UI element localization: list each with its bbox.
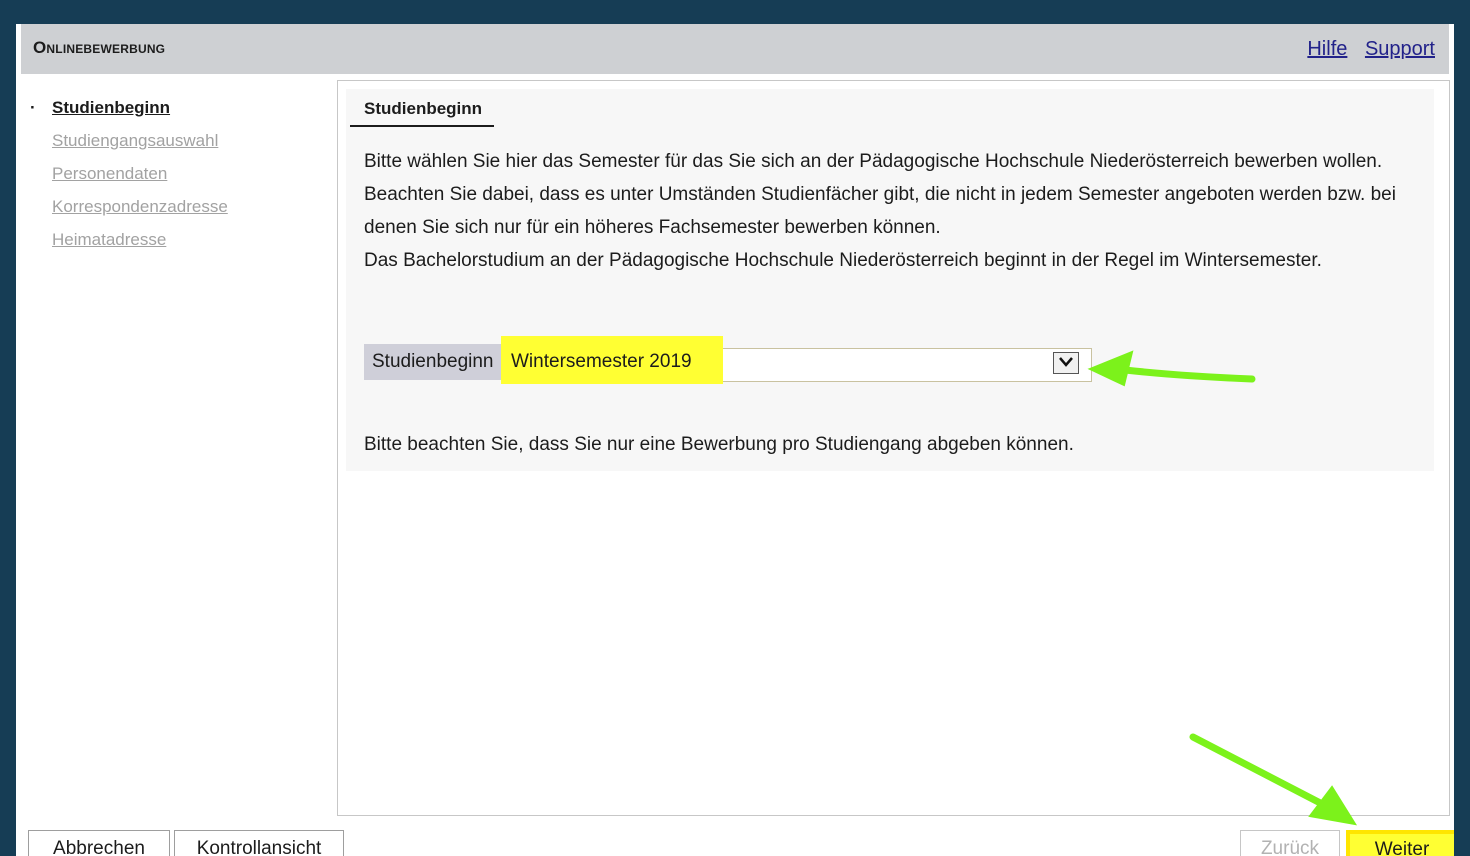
- instruction-paragraph: Das Bachelorstudium an der Pädagogische …: [364, 250, 1322, 271]
- instruction-paragraph: Bitte wählen Sie hier das Semester für d…: [364, 151, 1383, 172]
- next-button[interactable]: Weiter: [1346, 830, 1454, 856]
- cancel-button[interactable]: Abbrechen: [28, 830, 170, 856]
- chevron-down-icon[interactable]: [1053, 352, 1079, 374]
- sidebar-item-studienbeginn[interactable]: · Studienbeginn: [24, 98, 334, 131]
- instructions-text: Bitte wählen Sie hier das Semester für d…: [364, 145, 1430, 277]
- application-window: Onlinebewerbung Hilfe Support · Studienb…: [16, 24, 1454, 856]
- back-button[interactable]: Zurück: [1240, 830, 1340, 856]
- help-link[interactable]: Hilfe: [1307, 38, 1347, 60]
- sidebar-item-label[interactable]: Studiengangsauswahl: [52, 131, 218, 150]
- support-link[interactable]: Support: [1365, 38, 1435, 60]
- sidebar-nav: · Studienbeginn Studiengangsauswahl Pers…: [24, 98, 334, 263]
- header-links: Hilfe Support: [1295, 38, 1435, 61]
- sidebar-item-personendaten[interactable]: Personendaten: [24, 164, 334, 197]
- sidebar-item-studiengangsauswahl[interactable]: Studiengangsauswahl: [24, 131, 334, 164]
- sidebar-item-heimatadresse[interactable]: Heimatadresse: [24, 230, 334, 263]
- sidebar-item-label[interactable]: Korrespondenzadresse: [52, 197, 228, 216]
- app-header: Onlinebewerbung Hilfe Support: [21, 24, 1449, 74]
- sidebar-item-korrespondenzadresse[interactable]: Korrespondenzadresse: [24, 197, 334, 230]
- form-panel: Studienbeginn Bitte wählen Sie hier das …: [346, 89, 1434, 471]
- sidebar-item-label[interactable]: Studienbeginn: [52, 98, 170, 117]
- sidebar-item-label[interactable]: Heimatadresse: [52, 230, 166, 249]
- bullet-icon: ·: [30, 98, 36, 117]
- studienbeginn-field-label: Studienbeginn: [364, 344, 502, 380]
- select-value[interactable]: Wintersemester 2019: [511, 351, 692, 373]
- application-note: Bitte beachten Sie, dass Sie nur eine Be…: [364, 434, 1074, 455]
- page-title: Onlinebewerbung: [33, 38, 166, 57]
- main-content: Studienbeginn Bitte wählen Sie hier das …: [337, 80, 1450, 816]
- sidebar-item-label[interactable]: Personendaten: [52, 164, 167, 183]
- control-view-button[interactable]: Kontrollansicht: [174, 830, 344, 856]
- section-tab-studienbeginn: Studienbeginn: [350, 99, 495, 127]
- instruction-paragraph: Beachten Sie dabei, dass es unter Umstän…: [364, 184, 1396, 238]
